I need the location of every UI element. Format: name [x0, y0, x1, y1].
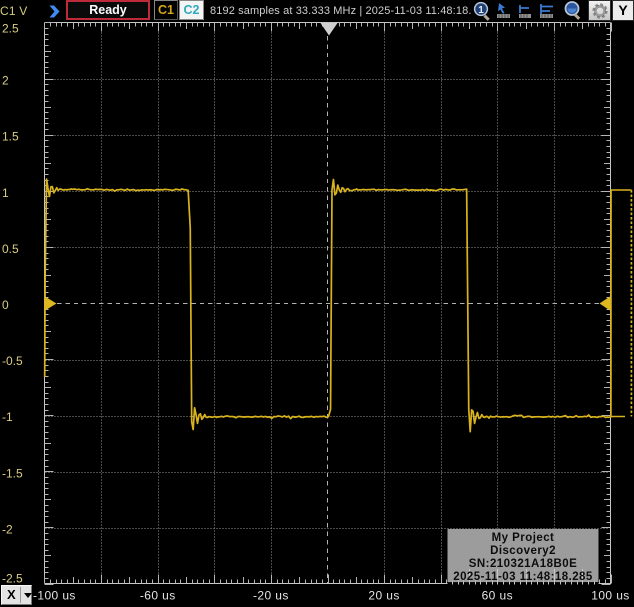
svg-text:100 us: 100 us	[591, 589, 629, 603]
svg-text:1.5: 1.5	[2, 130, 19, 144]
svg-text:1: 1	[478, 5, 484, 16]
svg-text:-1: -1	[2, 410, 13, 424]
svg-text:2: 2	[2, 74, 9, 88]
svg-text:My Project: My Project	[492, 532, 555, 544]
svg-text:Discovery2: Discovery2	[490, 545, 556, 557]
svg-text:-20 us: -20 us	[253, 589, 289, 603]
svg-text:1: 1	[2, 186, 9, 200]
svg-text:-100 us: -100 us	[33, 589, 76, 603]
svg-text:0.5: 0.5	[2, 242, 19, 256]
svg-text:-2: -2	[2, 522, 13, 536]
svg-text:-2.5: -2.5	[2, 572, 23, 586]
svg-text:20 us: 20 us	[368, 589, 399, 603]
svg-text:2025-11-03 11:48:18.285: 2025-11-03 11:48:18.285	[453, 571, 593, 583]
svg-text:2.5: 2.5	[2, 22, 19, 36]
svg-text:-1.5: -1.5	[2, 466, 23, 480]
svg-text:-0.5: -0.5	[2, 354, 23, 368]
svg-text:60 us: 60 us	[482, 589, 513, 603]
svg-text:-60 us: -60 us	[140, 589, 176, 603]
svg-text:0: 0	[2, 298, 9, 312]
svg-text:SN:210321A18B0E: SN:210321A18B0E	[469, 558, 577, 570]
